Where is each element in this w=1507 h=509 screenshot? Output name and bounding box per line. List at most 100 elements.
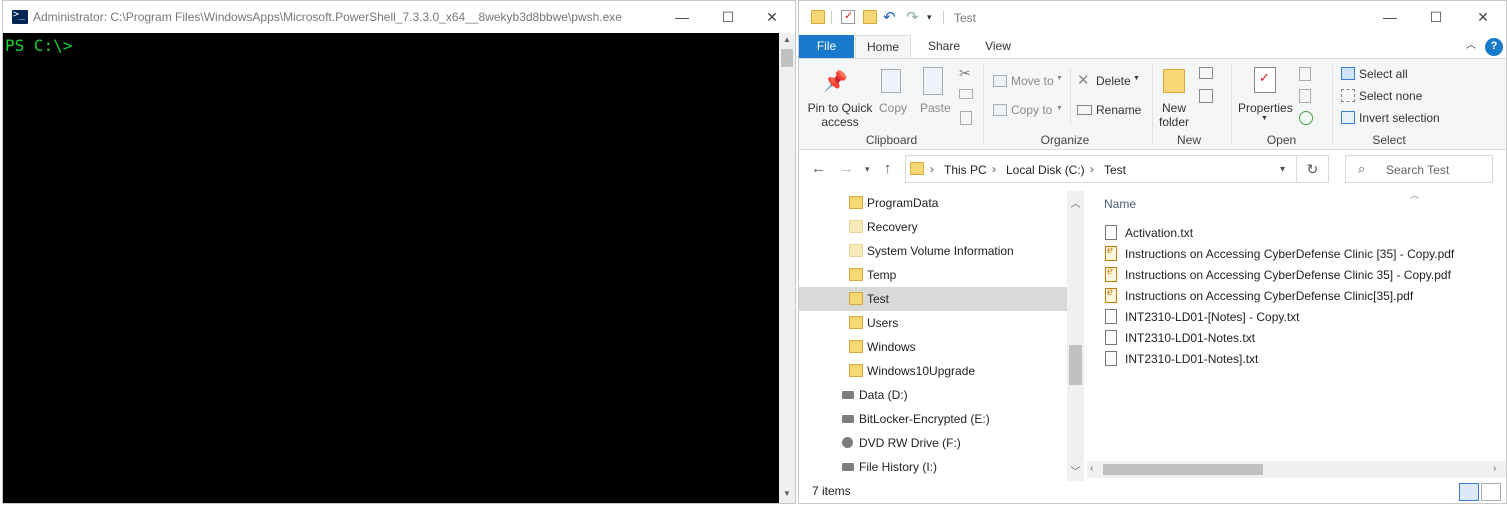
redo-icon[interactable]: ↷: [906, 8, 920, 26]
nav-item-recovery[interactable]: Recovery: [799, 215, 1067, 239]
cut-icon[interactable]: ✂: [959, 65, 971, 82]
invert-selection-button[interactable]: Invert selection: [1359, 111, 1440, 125]
dvd-drive-icon: [842, 437, 853, 448]
properties-button[interactable]: Properties: [1238, 101, 1293, 115]
properties-chevron-icon: ▼: [1261, 115, 1268, 122]
maximize-button[interactable]: ☐: [705, 1, 751, 33]
nav-scrollbar[interactable]: ︿ ﹀: [1067, 191, 1084, 481]
scroll-up-chevron-icon[interactable]: ︿: [1067, 195, 1084, 210]
copy-path-icon[interactable]: [959, 89, 973, 99]
nav-item-windows[interactable]: Windows: [799, 335, 1067, 359]
new-folder-button[interactable]: New folder: [1151, 101, 1197, 129]
scroll-down-chevron-icon[interactable]: ﹀: [1067, 463, 1084, 478]
file-list: ︿ Name Activation.txt Instructions on Ac…: [1087, 190, 1506, 481]
paste-icon: [923, 67, 943, 95]
scroll-up-arrow-icon[interactable]: ▲: [779, 35, 795, 47]
nav-item-windows10upgrade[interactable]: Windows10Upgrade: [799, 359, 1067, 383]
open-icon[interactable]: [1299, 67, 1311, 81]
breadcrumb-this-pc[interactable]: This PC: [944, 163, 987, 177]
explorer-window: ✓ ↶ ↷ ▾ Test — ☐ ✕ File Home Share View …: [798, 0, 1507, 504]
scroll-left-chevron-icon[interactable]: ‹: [1090, 463, 1093, 474]
pdf-file-icon: [1105, 245, 1117, 261]
paste-shortcut-icon[interactable]: [960, 111, 972, 125]
group-label-select: Select: [1372, 133, 1406, 147]
ribbon-tabs: File Home Share View ︿ ?: [799, 35, 1506, 59]
select-none-button[interactable]: Select none: [1359, 89, 1422, 103]
nav-item-file-history-drive[interactable]: File History (I:): [799, 455, 1067, 479]
nav-item-bitlocker-drive[interactable]: BitLocker-Encrypted (E:): [799, 407, 1067, 431]
group-label-organize: Organize: [1040, 133, 1090, 147]
nav-item-test[interactable]: Test: [799, 287, 1067, 311]
maximize-button[interactable]: ☐: [1413, 1, 1459, 33]
address-bar[interactable]: › This PC › Local Disk (C:) › Test ▾: [905, 155, 1297, 183]
address-dropdown-chevron-icon[interactable]: ▾: [1280, 164, 1285, 175]
new-folder-qa-icon[interactable]: [863, 10, 877, 24]
explorer-titlebar[interactable]: ✓ ↶ ↷ ▾ Test — ☐ ✕: [799, 1, 1506, 35]
status-bar: 7 items: [799, 481, 1506, 503]
pdf-file-icon: [1105, 266, 1117, 282]
nav-item-dvd-drive[interactable]: DVD RW Drive (F:): [799, 431, 1067, 455]
history-icon[interactable]: [1299, 111, 1313, 125]
search-input[interactable]: ⌕ Search Test: [1345, 155, 1493, 183]
select-all-button[interactable]: Select all: [1359, 67, 1408, 81]
console-scrollbar[interactable]: ▲ ▼: [779, 33, 795, 503]
close-button[interactable]: ✕: [1460, 1, 1506, 33]
tab-home[interactable]: Home: [855, 35, 911, 59]
new-folder-icon: [1163, 69, 1185, 93]
scroll-down-arrow-icon[interactable]: ▼: [779, 489, 795, 501]
properties-check-icon[interactable]: ✓: [841, 10, 855, 24]
rename-button[interactable]: Rename: [1096, 103, 1141, 117]
pin-to-quick-access-button[interactable]: Pin to Quick access: [804, 101, 876, 129]
powershell-title: Administrator: C:\Program Files\WindowsA…: [33, 10, 622, 24]
folder-icon: [849, 364, 863, 377]
scroll-thumb[interactable]: [1069, 345, 1082, 385]
nav-item-users[interactable]: Users: [799, 311, 1067, 335]
breadcrumb-test[interactable]: Test: [1104, 163, 1126, 177]
minimize-button[interactable]: —: [1367, 1, 1413, 33]
navigation-pane: ProgramData Recovery System Volume Infor…: [799, 191, 1085, 481]
tab-file[interactable]: File: [799, 35, 854, 59]
recent-locations-chevron-icon[interactable]: ▾: [865, 164, 870, 175]
folder-icon: [849, 244, 863, 257]
nav-item-system-volume-information[interactable]: System Volume Information: [799, 239, 1067, 263]
move-to-button[interactable]: Move to: [1011, 74, 1054, 88]
undo-icon[interactable]: ↶: [883, 8, 897, 26]
up-arrow-icon[interactable]: ↑: [884, 160, 892, 177]
close-button[interactable]: ✕: [749, 1, 795, 33]
folder-icon: [910, 162, 924, 175]
move-to-icon: [993, 75, 1007, 87]
scroll-thumb[interactable]: [1103, 464, 1263, 475]
copy-to-button[interactable]: Copy to: [1011, 103, 1052, 117]
tab-view[interactable]: View: [975, 35, 1021, 59]
scroll-right-chevron-icon[interactable]: ›: [1493, 463, 1496, 474]
column-header-name[interactable]: Name: [1104, 197, 1136, 211]
forward-arrow-icon[interactable]: →: [839, 160, 854, 177]
console-area[interactable]: PS C:\>: [3, 33, 779, 503]
refresh-icon[interactable]: ↻: [1297, 155, 1329, 183]
nav-item-temp[interactable]: Temp: [799, 263, 1067, 287]
back-arrow-icon[interactable]: ←: [811, 160, 826, 177]
customize-qa-chevron-icon[interactable]: ▾: [927, 12, 941, 26]
copy-to-chevron-icon: ▼: [1056, 105, 1063, 112]
new-item-icon[interactable]: [1199, 67, 1213, 79]
copy-button[interactable]: Copy: [879, 101, 907, 115]
address-row: ← → ▾ ↑ › This PC › Local Disk (C:) › Te…: [799, 151, 1506, 189]
ribbon: 📌 Pin to Quick access Copy Paste ✂ Clipb…: [799, 58, 1506, 150]
nav-item-data-drive[interactable]: Data (D:): [799, 383, 1067, 407]
paste-button[interactable]: Paste: [920, 101, 951, 115]
powershell-titlebar[interactable]: Administrator: C:\Program Files\WindowsA…: [3, 1, 795, 33]
nav-item-programdata[interactable]: ProgramData: [799, 191, 1067, 215]
delete-button[interactable]: Delete: [1096, 74, 1131, 88]
edit-icon[interactable]: [1299, 89, 1311, 103]
help-icon[interactable]: ?: [1485, 38, 1503, 56]
locked-drive-icon: [842, 415, 854, 423]
breadcrumb-local-disk[interactable]: Local Disk (C:): [1006, 163, 1085, 177]
details-view-icon[interactable]: [1459, 483, 1479, 501]
large-icons-view-icon[interactable]: [1481, 483, 1501, 501]
file-list-hscrollbar[interactable]: ‹ ›: [1087, 461, 1506, 478]
easy-access-icon[interactable]: [1199, 89, 1213, 103]
tab-share[interactable]: Share: [919, 35, 969, 59]
minimize-button[interactable]: —: [659, 1, 705, 33]
collapse-ribbon-chevron-icon[interactable]: ︿: [1463, 35, 1479, 59]
scroll-thumb[interactable]: [781, 49, 793, 67]
